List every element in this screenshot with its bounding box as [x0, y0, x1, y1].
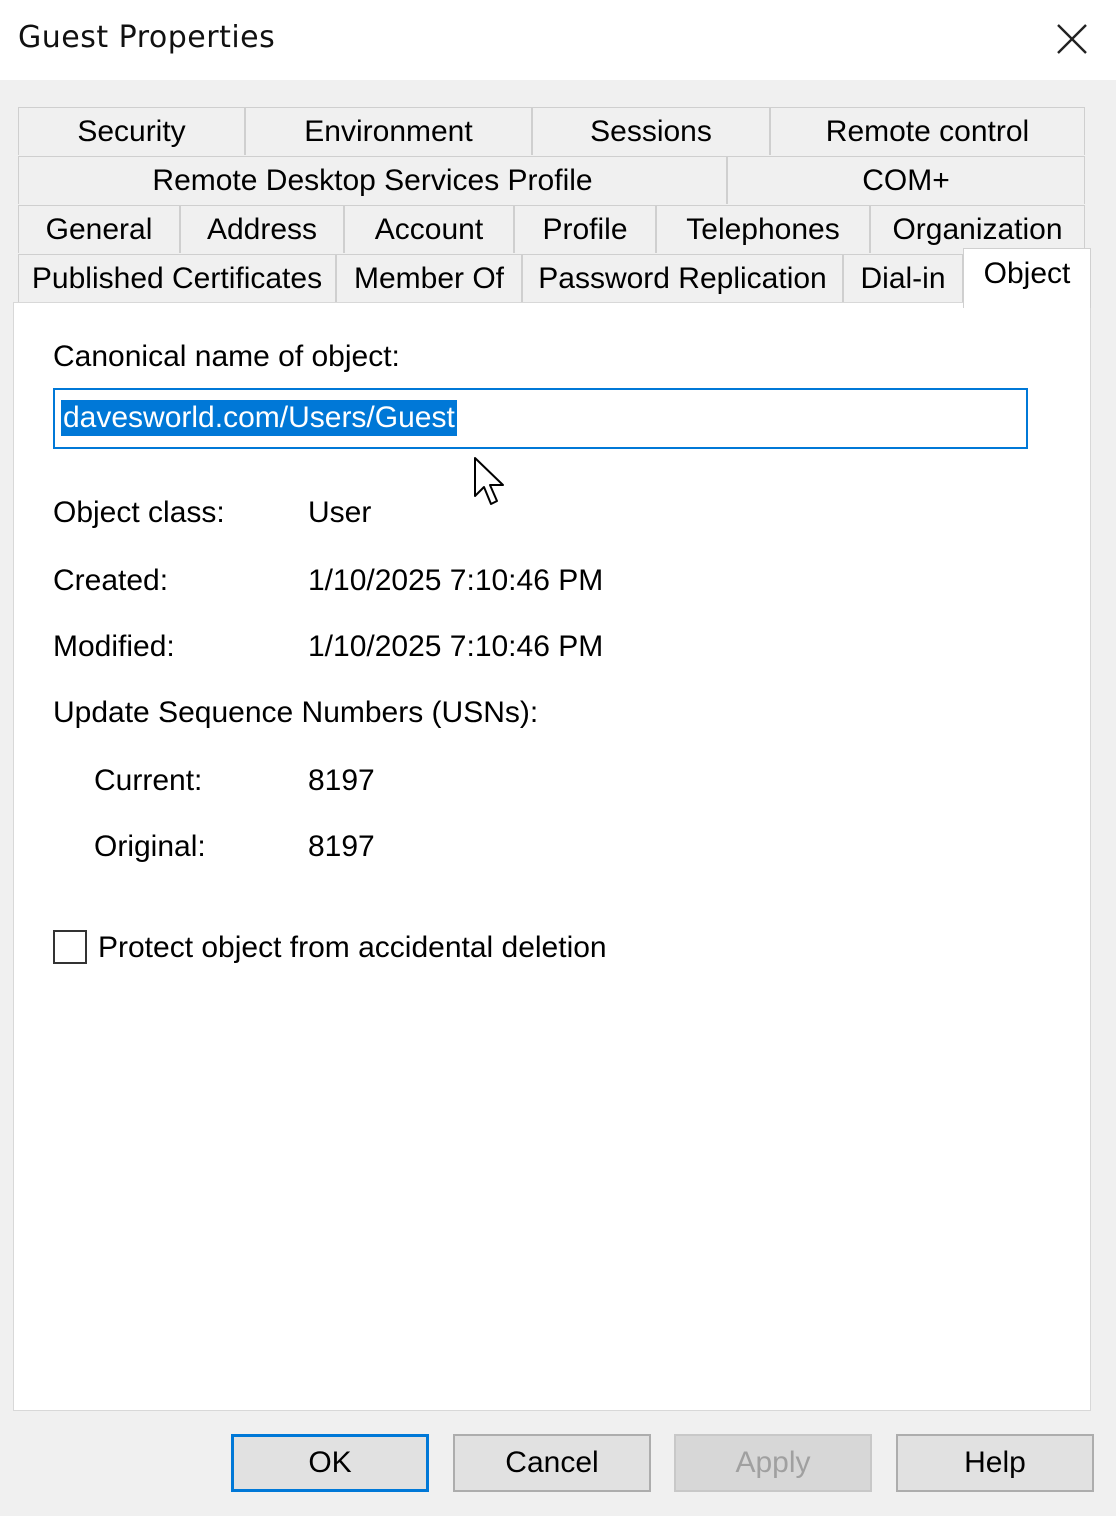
created-value: 1/10/2025 7:10:46 PM — [308, 564, 604, 597]
modified-value: 1/10/2025 7:10:46 PM — [308, 630, 604, 663]
help-button[interactable]: Help — [896, 1434, 1094, 1492]
tab-object[interactable]: Object — [963, 248, 1091, 308]
tab-dial-in[interactable]: Dial-in — [843, 254, 963, 302]
protect-deletion-checkbox[interactable] — [53, 930, 87, 964]
tab-published-certificates[interactable]: Published Certificates — [18, 254, 336, 302]
cancel-button[interactable]: Cancel — [453, 1434, 651, 1492]
usn-heading: Update Sequence Numbers (USNs): — [53, 696, 539, 729]
tab-remote-desktop-services-profile[interactable]: Remote Desktop Services Profile — [18, 156, 727, 204]
tab-password-replication[interactable]: Password Replication — [522, 254, 843, 302]
tab-account[interactable]: Account — [344, 205, 514, 253]
tab-com-plus[interactable]: COM+ — [727, 156, 1085, 204]
tab-sessions[interactable]: Sessions — [532, 107, 770, 155]
tab-organization[interactable]: Organization — [870, 205, 1085, 253]
tab-profile[interactable]: Profile — [514, 205, 656, 253]
window-title: Guest Properties — [18, 20, 276, 55]
tab-remote-control[interactable]: Remote control — [770, 107, 1085, 155]
protect-deletion-label[interactable]: Protect object from accidental deletion — [98, 931, 607, 965]
canonical-name-value: davesworld.com/Users/Guest — [61, 400, 457, 436]
tab-telephones[interactable]: Telephones — [656, 205, 870, 253]
close-icon — [1057, 24, 1087, 54]
canonical-name-field[interactable]: davesworld.com/Users/Guest — [53, 388, 1028, 449]
usn-current-label: Current: — [94, 764, 203, 797]
tab-address[interactable]: Address — [180, 205, 344, 253]
tab-security[interactable]: Security — [18, 107, 245, 155]
tab-general[interactable]: General — [18, 205, 180, 253]
ok-button[interactable]: OK — [231, 1434, 429, 1492]
canonical-name-label: Canonical name of object: — [53, 340, 400, 373]
modified-label: Modified: — [53, 630, 175, 663]
created-label: Created: — [53, 564, 169, 597]
object-class-value: User — [308, 496, 372, 529]
usn-original-label: Original: — [94, 830, 206, 863]
usn-current-value: 8197 — [308, 764, 375, 797]
tab-member-of[interactable]: Member Of — [336, 254, 522, 302]
mouse-pointer-icon — [474, 457, 504, 505]
tab-environment[interactable]: Environment — [245, 107, 532, 155]
usn-original-value: 8197 — [308, 830, 375, 863]
title-bar: Guest Properties — [0, 0, 1116, 80]
object-class-label: Object class: — [53, 496, 225, 529]
apply-button[interactable]: Apply — [674, 1434, 872, 1492]
close-button[interactable] — [1040, 10, 1104, 68]
